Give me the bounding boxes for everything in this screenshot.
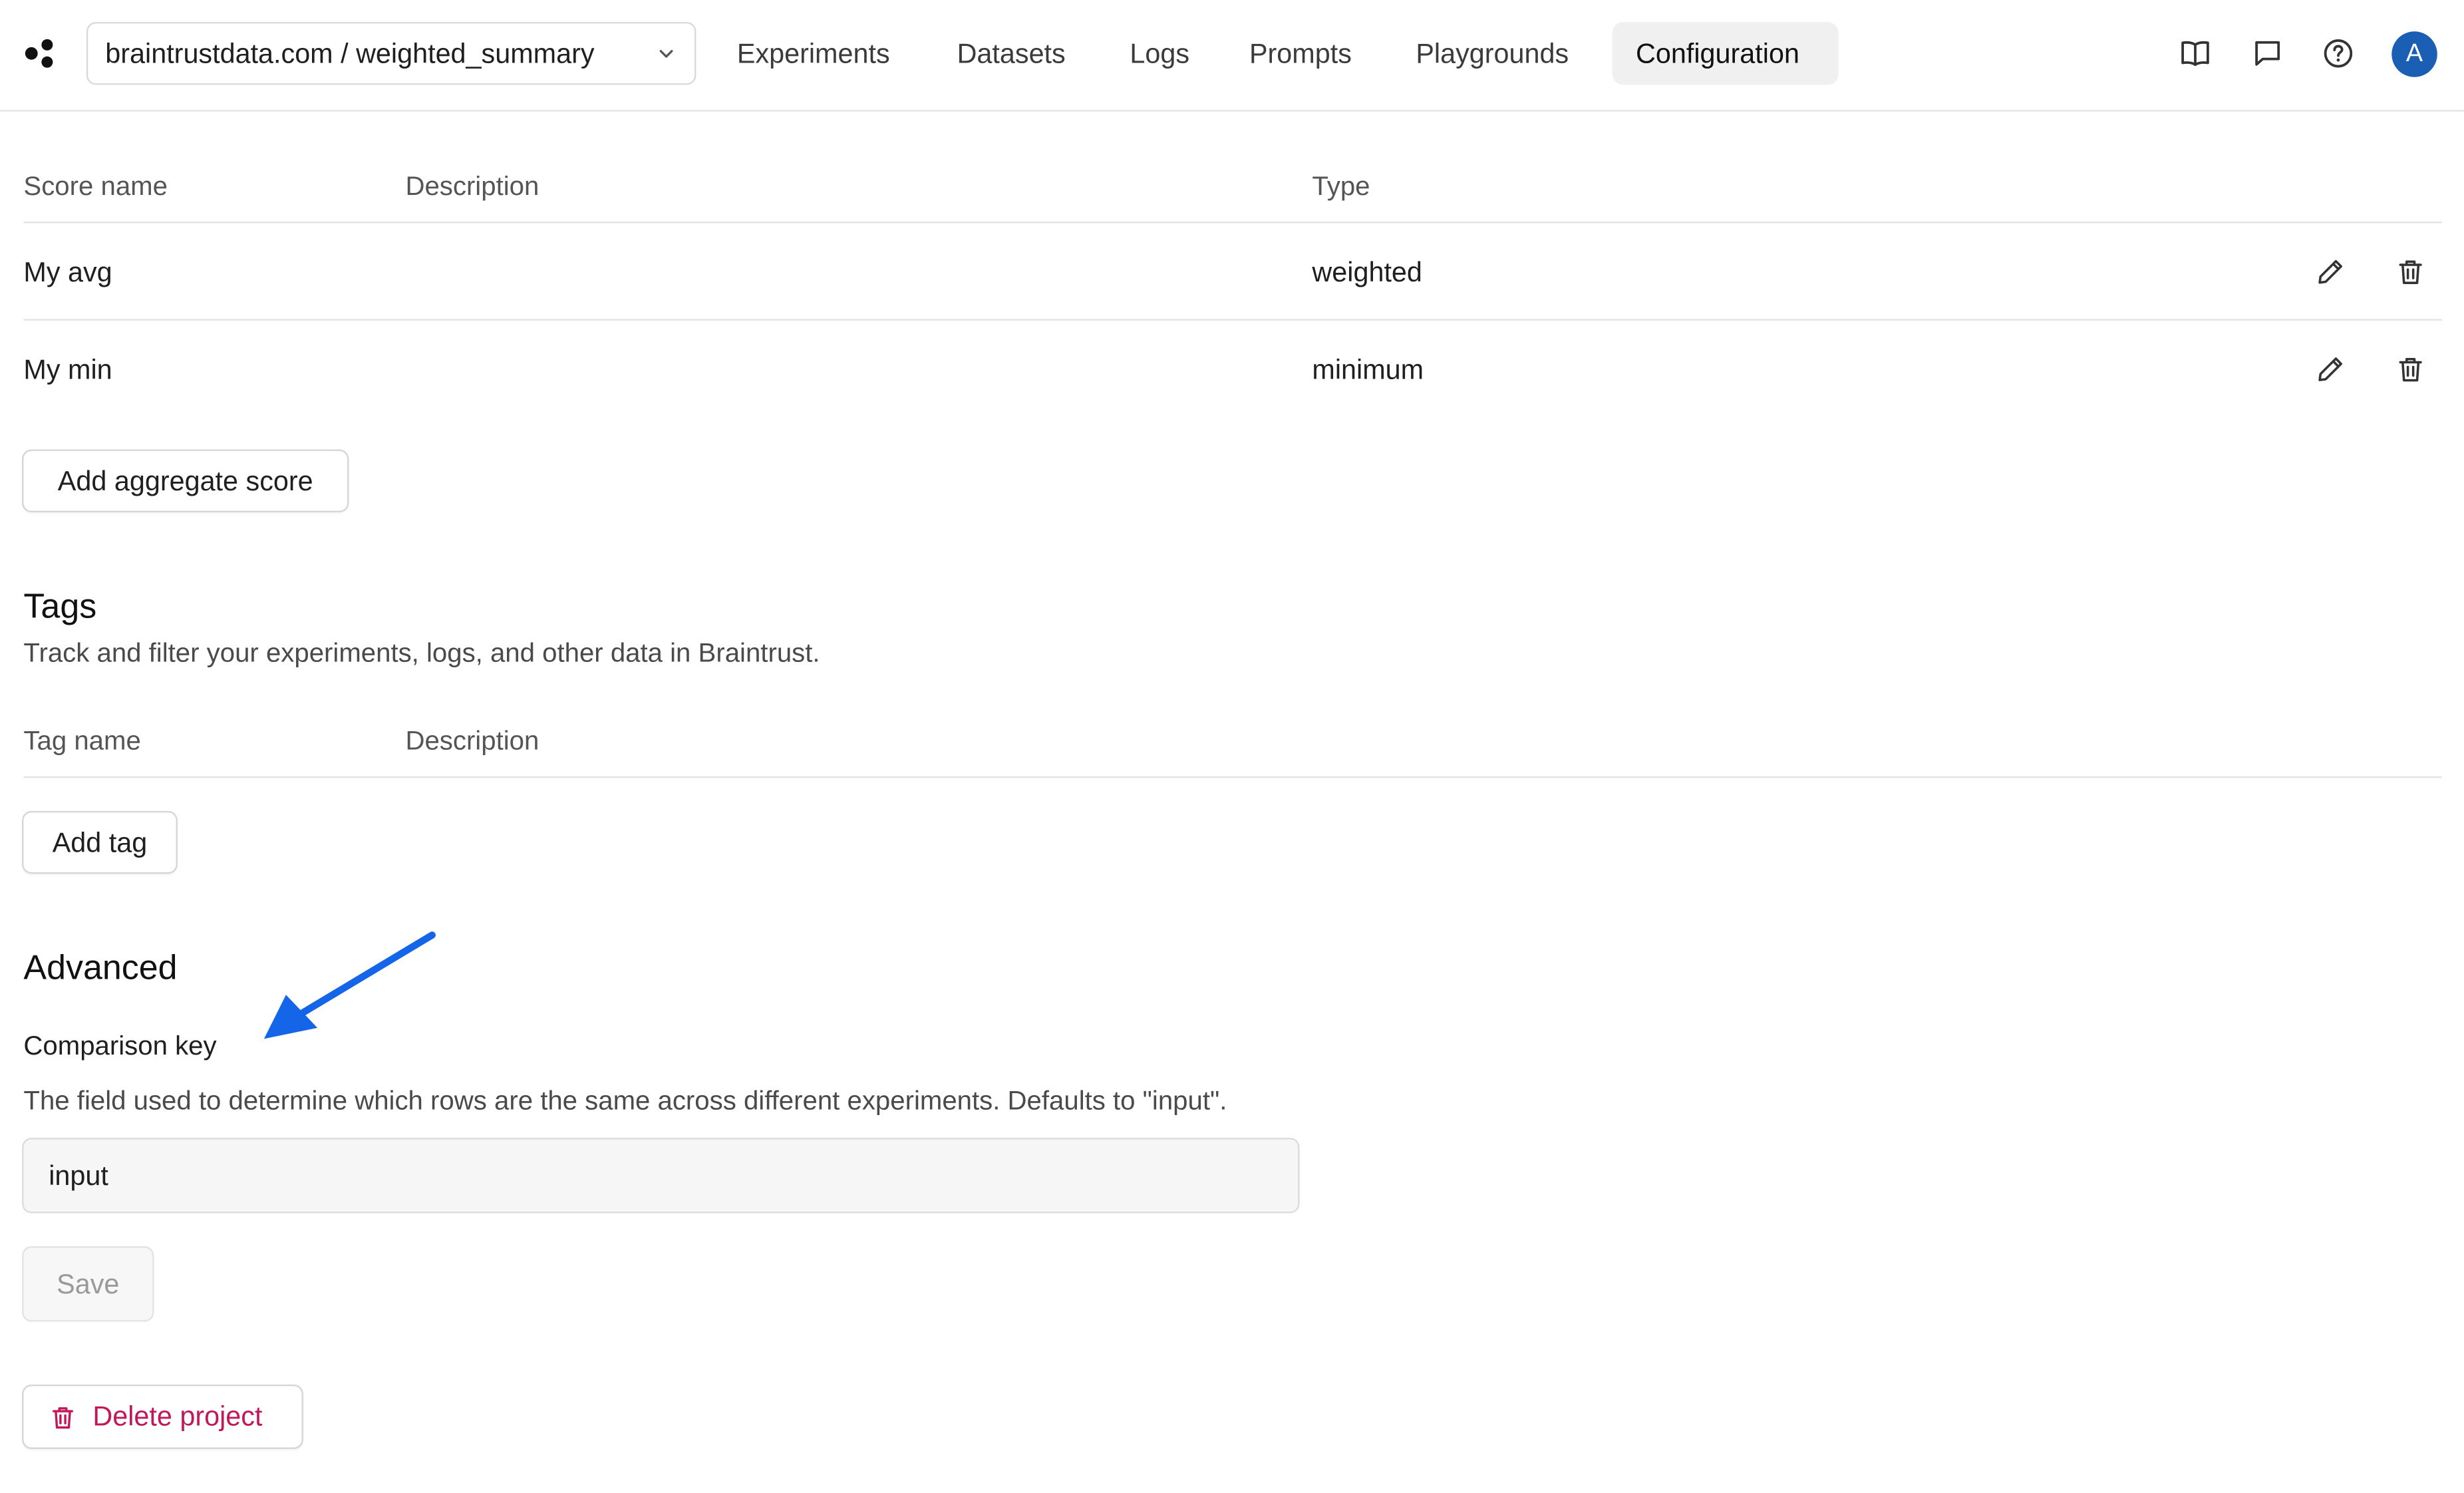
save-button[interactable]: Save	[22, 1246, 154, 1322]
project-selector[interactable]: braintrustdata.com / weighted_summary	[86, 22, 696, 85]
nav-playgrounds[interactable]: Playgrounds	[1416, 22, 1569, 84]
user-avatar[interactable]: A	[2391, 31, 2437, 77]
column-header-description: Description	[405, 171, 539, 202]
column-header-type: Type	[1312, 171, 1370, 202]
nav-prompts[interactable]: Prompts	[1249, 22, 1352, 84]
delete-trash-icon[interactable]	[2395, 353, 2426, 385]
nav-experiments[interactable]: Experiments	[737, 22, 890, 84]
project-selector-label: braintrustdata.com / weighted_summary	[105, 37, 595, 69]
column-header-score-name: Score name	[23, 171, 168, 202]
top-navigation-bar: braintrustdata.com / weighted_summary Ex…	[0, 0, 2464, 112]
annotation-arrow-icon	[263, 931, 436, 1039]
edit-pencil-icon[interactable]	[2315, 353, 2346, 385]
comparison-key-label: Comparison key	[23, 1031, 217, 1061]
delete-project-button[interactable]: Delete project	[22, 1385, 303, 1449]
add-aggregate-score-button[interactable]: Add aggregate score	[22, 449, 349, 513]
score-name-cell: My min	[23, 353, 112, 385]
score-name-cell: My avg	[23, 256, 112, 288]
score-type-cell: minimum	[1312, 353, 1424, 385]
add-tag-button[interactable]: Add tag	[22, 810, 178, 874]
tags-section-description: Track and filter your experiments, logs,…	[23, 638, 820, 668]
chat-feedback-icon[interactable]	[2250, 36, 2285, 71]
table-divider	[23, 319, 2442, 321]
braintrust-logo-icon[interactable]	[23, 36, 58, 71]
column-header-tag-name: Tag name	[23, 726, 141, 756]
chevron-down-icon	[659, 50, 673, 58]
delete-trash-icon[interactable]	[2395, 256, 2426, 287]
nav-datasets[interactable]: Datasets	[957, 22, 1066, 84]
table-divider	[23, 222, 2442, 224]
table-divider	[23, 776, 2442, 778]
book-icon[interactable]	[2178, 36, 2213, 71]
trash-icon	[52, 1406, 74, 1428]
help-icon[interactable]	[2321, 36, 2356, 71]
score-type-cell: weighted	[1312, 256, 1422, 288]
comparison-key-help-text: The field used to determine which rows a…	[23, 1086, 1227, 1116]
nav-logs[interactable]: Logs	[1130, 22, 1189, 84]
delete-project-label: Delete project	[92, 1400, 263, 1432]
nav-configuration[interactable]: Configuration	[1612, 22, 1839, 85]
comparison-key-input[interactable]	[22, 1138, 1300, 1214]
advanced-section-title: Advanced	[23, 947, 178, 987]
column-header-tag-description: Description	[405, 726, 539, 756]
edit-pencil-icon[interactable]	[2315, 256, 2346, 287]
tags-section-title: Tags	[23, 586, 97, 626]
